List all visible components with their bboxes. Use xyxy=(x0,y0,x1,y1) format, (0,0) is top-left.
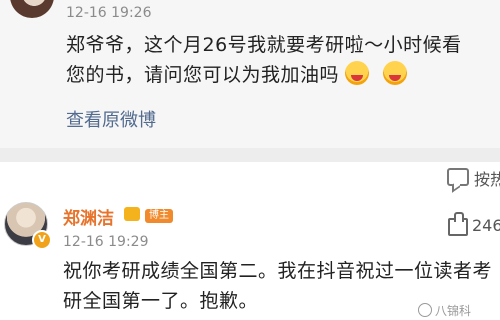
comment-text-line-1: 郑爷爷，这个月26号我就要考研啦～小时候看 xyxy=(66,34,462,56)
like-thumb-icon[interactable] xyxy=(448,212,468,236)
verified-badge-icon: V xyxy=(32,230,52,250)
reply-text-line-1: 祝你考研成绩全国第二。我在抖音祝过一位读者考 xyxy=(63,260,493,282)
reply-bubble-icon[interactable] xyxy=(447,168,469,186)
like-count[interactable]: 246 xyxy=(472,216,500,235)
reply-text-line-2: 研全国第一了。抱歉。 xyxy=(63,290,259,312)
weibo-icon xyxy=(418,303,432,317)
watermark-text: 八锦科 xyxy=(435,304,472,318)
comment-time: 12-16 19:29 xyxy=(63,234,149,250)
view-original-link[interactable]: 查看原微博 xyxy=(66,106,156,132)
reply-label[interactable]: 按热 xyxy=(474,166,500,190)
fan-crown-icon xyxy=(124,207,140,221)
smile-emoji-icon xyxy=(345,61,370,85)
divider xyxy=(0,148,500,162)
author-name[interactable]: 郑渊洁 xyxy=(63,204,114,229)
smile-emoji-icon xyxy=(383,61,408,85)
comment-text-line-2: 您的书，请问您可以为我加油吗 xyxy=(66,60,408,90)
comment-time: 12-16 19:26 xyxy=(66,5,152,21)
blogger-tag: 博主 xyxy=(145,209,173,223)
comment-text-line-2-content: 您的书，请问您可以为我加油吗 xyxy=(66,64,340,86)
watermark: 八锦科 xyxy=(418,302,471,319)
